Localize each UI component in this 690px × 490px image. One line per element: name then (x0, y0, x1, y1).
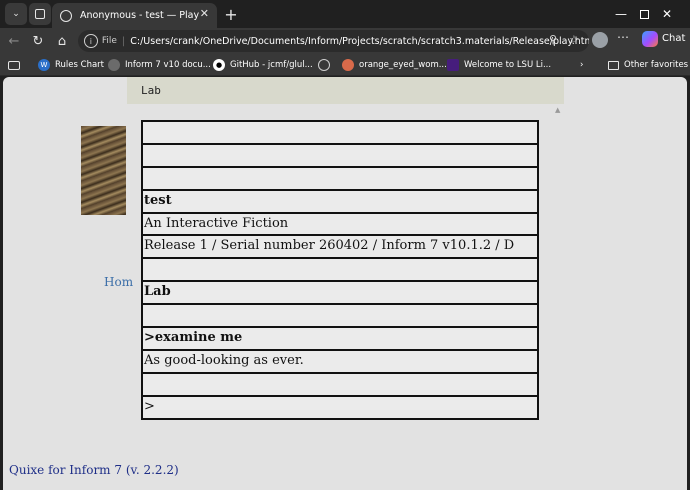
scroll-up-icon[interactable]: ▲ (555, 106, 560, 114)
workspaces-icon (35, 9, 45, 19)
bookmark-inform-docs[interactable]: Inform 7 v10 docu... (108, 57, 211, 73)
bookmark-globe[interactable] (318, 57, 335, 73)
lsu-icon (447, 59, 459, 71)
chevron-down-icon: ⌄ (12, 9, 20, 19)
profile-avatar[interactable] (592, 32, 608, 48)
location-name: Lab (141, 84, 161, 97)
transcript-line (141, 142, 539, 166)
page-content: Lab ▲ Hom test An Interactive Fiction Rele… (3, 77, 687, 490)
transcript-line (141, 371, 539, 395)
globe-icon (318, 59, 330, 71)
collections-icon (8, 60, 20, 70)
home-icon: ⌂ (57, 33, 67, 49)
transcript-line: test (141, 188, 539, 212)
tab-strip: ⌄ Anonymous - test — Play ✕ + — ✕ (0, 0, 690, 28)
tab-title: Anonymous - test — Play (80, 10, 200, 21)
refresh-button[interactable]: ↻ (28, 31, 48, 51)
bookmarks-overflow-button[interactable]: › (580, 57, 583, 73)
github-icon: ● (213, 59, 225, 71)
bookmark-label: Rules Chart (55, 60, 104, 70)
chat-label[interactable]: Chat (662, 33, 685, 44)
transcript-line: Release 1 / Serial number 260402 / Infor… (141, 234, 539, 258)
favorite-star-icon[interactable]: ☆ (569, 33, 579, 46)
bookmark-label: Inform 7 v10 docu... (125, 60, 211, 70)
info-icon[interactable]: i (84, 34, 98, 48)
site-icon (108, 59, 120, 71)
transcript-line: As good-looking as ever. (141, 348, 539, 372)
tab-play[interactable]: Anonymous - test — Play ✕ (52, 3, 217, 28)
home-link[interactable]: Hom (104, 275, 133, 289)
site-icon (342, 59, 354, 71)
other-favorites-label: Other favorites (624, 60, 689, 70)
close-window-button[interactable]: ✕ (644, 0, 690, 28)
wordpress-icon: W (38, 59, 50, 71)
refresh-icon: ↻ (32, 33, 44, 49)
bookmark-orange-eyed[interactable]: orange_eyed_wom... (342, 57, 447, 73)
transcript-line (141, 303, 539, 327)
favorites-bar: W Rules Chart Inform 7 v10 docu... ● Git… (0, 54, 690, 76)
game-transcript[interactable]: test An Interactive Fiction Release 1 / Se… (141, 120, 539, 420)
tab-actions-button[interactable]: ⌄ (5, 3, 27, 25)
toolbar: ← ↻ ⌂ i File | C:/Users/crank/OneDrive/D… (0, 28, 690, 54)
favorites-folder-button[interactable] (8, 57, 20, 73)
back-button[interactable]: ← (4, 31, 24, 51)
address-bar[interactable]: i File | C:/Users/crank/OneDrive/Documen… (78, 30, 589, 52)
close-icon: ✕ (661, 7, 673, 21)
new-tab-button[interactable]: + (220, 3, 242, 25)
bookmark-label: orange_eyed_wom... (359, 60, 447, 70)
copilot-icon[interactable] (642, 31, 658, 47)
status-window: Lab (127, 77, 564, 104)
plus-icon: + (224, 4, 238, 24)
folder-icon (608, 60, 619, 70)
address-separator: | (121, 35, 126, 47)
address-scheme: File (101, 36, 117, 46)
home-button[interactable]: ⌂ (52, 31, 72, 51)
bookmark-label: GitHub - jcmf/glul... (230, 60, 313, 70)
bookmark-label: Welcome to LSU Li... (464, 60, 552, 70)
bookmark-github[interactable]: ● GitHub - jcmf/glul... (213, 57, 313, 73)
workspaces-button[interactable] (29, 3, 51, 25)
chevron-right-icon: › (580, 60, 584, 70)
zoom-icon[interactable]: ⚲ (549, 33, 557, 46)
arrow-left-icon: ← (8, 33, 20, 49)
close-icon[interactable]: ✕ (200, 7, 209, 20)
other-favorites-button[interactable]: Other favorites (608, 57, 688, 73)
quixe-footer-link[interactable]: Quixe for Inform 7 (v. 2.2.2) (9, 463, 179, 477)
transcript-line (141, 257, 539, 281)
command-input-line[interactable]: > (141, 394, 539, 420)
transcript-line: Lab (141, 280, 539, 304)
transcript-line (141, 165, 539, 189)
transcript-line: >examine me (141, 326, 539, 349)
cover-art-image (81, 126, 126, 215)
more-options-icon[interactable]: ⋯ (617, 30, 629, 44)
bookmark-lsu[interactable]: Welcome to LSU Li... (447, 57, 551, 73)
bookmark-rules-chart[interactable]: W Rules Chart (38, 57, 104, 73)
transcript-line (141, 120, 539, 143)
transcript-line: An Interactive Fiction (141, 211, 539, 235)
address-url[interactable]: C:/Users/crank/OneDrive/Documents/Inform… (130, 36, 589, 47)
globe-icon (60, 9, 72, 22)
